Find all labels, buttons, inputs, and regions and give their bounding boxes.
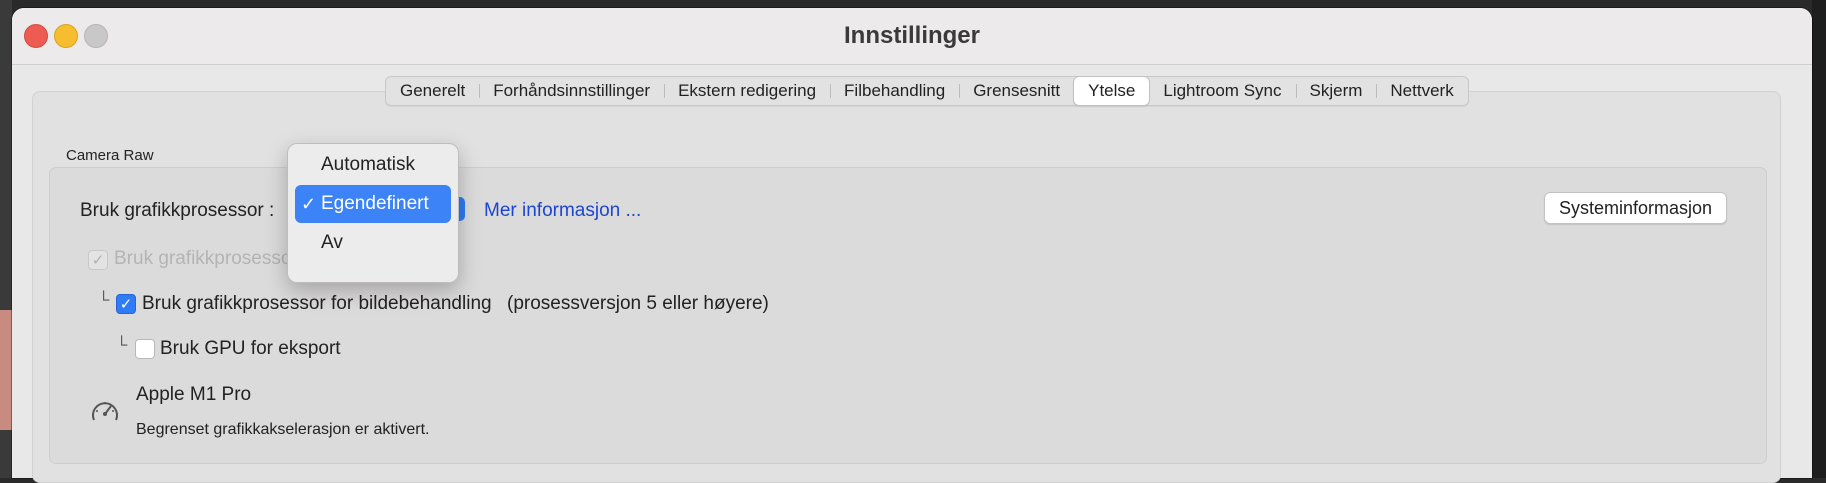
process-version-note: (prosessversjon 5 eller høyere) <box>507 293 769 314</box>
menu-item-label: Av <box>321 232 343 253</box>
window-title: Innstillinger <box>843 22 980 49</box>
more-info-link[interactable]: Mer informasjon ... <box>484 200 641 222</box>
menu-item-automatisk[interactable]: Automatisk <box>295 146 451 184</box>
preferences-tab-bar: Generelt Forhåndsinnstillinger Ekstern r… <box>385 76 1469 106</box>
system-info-button[interactable]: Systeminformasjon <box>1544 192 1728 224</box>
disabled-gpu-option-label: Bruk grafikkprosessor <box>114 248 298 269</box>
background-right-edge <box>1812 0 1826 478</box>
camera-raw-section-label: Camera Raw <box>66 147 154 164</box>
gpu-image-processing-checkbox[interactable]: ✓ <box>116 294 136 314</box>
gpu-export-checkbox[interactable] <box>135 339 155 359</box>
checkmark-icon: ✓ <box>301 194 317 214</box>
tab-nettverk[interactable]: Nettverk <box>1376 77 1467 105</box>
tab-ytelse[interactable]: Ytelse <box>1074 77 1150 105</box>
tab-forhandsinnstillinger[interactable]: Forhåndsinnstillinger <box>479 77 664 105</box>
gpu-name: Apple M1 Pro <box>136 384 252 405</box>
tab-skjerm[interactable]: Skjerm <box>1295 77 1377 105</box>
tab-generelt[interactable]: Generelt <box>386 77 479 105</box>
title-bar: Innstillinger <box>12 8 1812 65</box>
tab-ekstern-redigering[interactable]: Ekstern redigering <box>664 77 830 105</box>
background-photo-edge <box>0 310 12 430</box>
menu-item-egendefinert[interactable]: ✓ Egendefinert <box>295 185 451 223</box>
tab-filbehandling[interactable]: Filbehandling <box>830 77 959 105</box>
gpu-setting-label: Bruk grafikkprosessor : <box>80 200 275 221</box>
menu-item-label: Automatisk <box>321 154 415 175</box>
tab-grensesnitt[interactable]: Grensesnitt <box>959 77 1074 105</box>
gpu-image-processing-label: Bruk grafikkprosessor for bildebehandlin… <box>142 293 492 314</box>
gpu-export-label: Bruk GPU for eksport <box>160 338 341 359</box>
menu-item-av[interactable]: Av <box>295 224 451 262</box>
menu-item-label: Egendefinert <box>321 193 429 214</box>
tab-lightroom-sync[interactable]: Lightroom Sync <box>1149 77 1295 105</box>
gpu-mode-dropdown-menu: Automatisk ✓ Egendefinert Av <box>287 143 459 283</box>
tree-connector: └ <box>98 292 110 309</box>
gauge-icon <box>92 402 118 421</box>
tree-connector: └ <box>116 337 128 354</box>
disabled-gpu-checkbox: ✓ <box>88 250 108 270</box>
acceleration-status: Begrenset grafikkakselerasjon er aktiver… <box>136 421 430 438</box>
